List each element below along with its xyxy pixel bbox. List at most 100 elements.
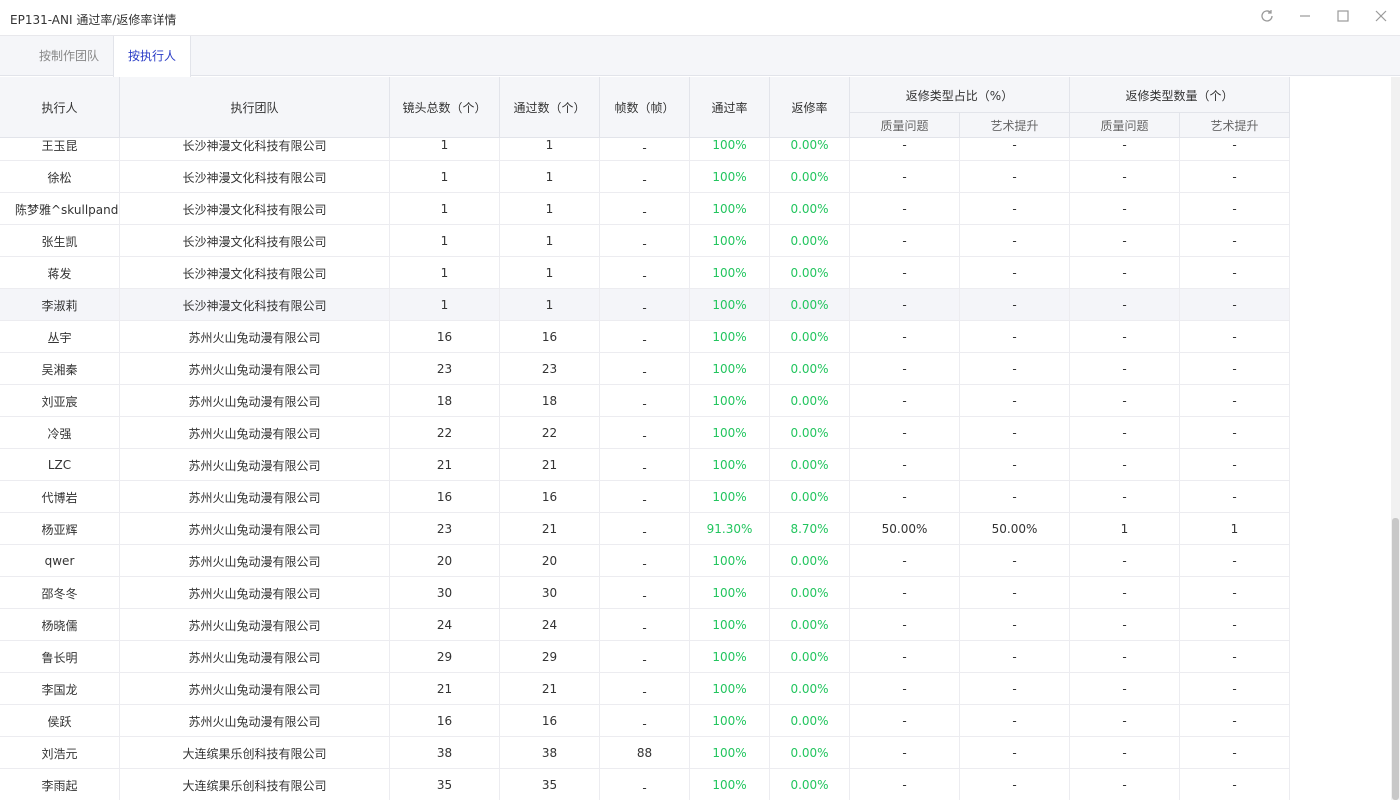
cell-frames: - <box>600 225 690 257</box>
cell-pass-rate: 100% <box>690 161 770 193</box>
table-row[interactable]: 蒋发 长沙神漫文化科技有限公司 1 1-100% 0.00% - - - - <box>0 257 1290 289</box>
cell-art-ratio: - <box>960 481 1070 513</box>
header-ratio-art: 艺术提升 <box>960 112 1070 138</box>
cell-executor: 代博岩 <box>0 481 120 513</box>
cell-team: 长沙神漫文化科技有限公司 <box>120 225 390 257</box>
refresh-icon[interactable] <box>1258 8 1276 26</box>
cell-team: 苏州火山兔动漫有限公司 <box>120 641 390 673</box>
maximize-icon[interactable] <box>1334 8 1352 26</box>
cell-shots-total: 16 <box>390 481 500 513</box>
header-rework-count-group: 返修类型数量（个） <box>1070 77 1290 113</box>
cell-executor: 李淑莉 <box>0 289 120 321</box>
table-row[interactable]: 邵冬冬 苏州火山兔动漫有限公司 30 30-100% 0.00% - - - - <box>0 577 1290 609</box>
cell-shots-total: 16 <box>390 705 500 737</box>
cell-art-ratio: - <box>960 353 1070 385</box>
cell-art-count: - <box>1180 577 1290 609</box>
table-row[interactable]: 陈梦雅^skullpanda 长沙神漫文化科技有限公司 1 1-100% 0.00% - -… <box>0 193 1290 225</box>
cell-quality-ratio: - <box>850 705 960 737</box>
watermark-decoration <box>1328 650 1335 661</box>
table-row[interactable]: 侯跃 苏州火山兔动漫有限公司 16 16-100% 0.00% - - - - <box>0 705 1290 737</box>
tab-by-executor[interactable]: 按执行人 <box>113 36 191 77</box>
cell-shots-total: 35 <box>390 769 500 800</box>
scrollbar-thumb[interactable] <box>1392 518 1399 800</box>
cell-quality-count: - <box>1070 641 1180 673</box>
tab-by-team[interactable]: 按制作团队 <box>24 36 114 76</box>
minimize-icon[interactable] <box>1296 8 1314 26</box>
cell-rework-rate: 0.00% <box>770 609 850 641</box>
cell-quality-ratio: - <box>850 673 960 705</box>
cell-art-ratio: - <box>960 449 1070 481</box>
cell-pass-rate: 100% <box>690 705 770 737</box>
cell-shots-total: 38 <box>390 737 500 769</box>
cell-executor: 刘浩元 <box>0 737 120 769</box>
table-body: 王玉昆 长沙神漫文化科技有限公司 1 1-100% 0.00% - - - - 徐松 长沙神漫文化科… <box>0 138 1290 800</box>
table-row[interactable]: 李雨起 大连缤果乐创科技有限公司 35 35-100% 0.00% - - - - <box>0 769 1290 800</box>
cell-pass-rate: 100% <box>690 769 770 800</box>
table-row[interactable]: 鲁长明 苏州火山兔动漫有限公司 29 29-100% 0.00% - - - - <box>0 641 1290 673</box>
header-executor: 执行人 <box>0 77 120 138</box>
cell-frames: - <box>600 673 690 705</box>
close-icon[interactable] <box>1372 8 1390 26</box>
table-row[interactable]: 李国龙 苏州火山兔动漫有限公司 21 21-100% 0.00% - - - - <box>0 673 1290 705</box>
table-row[interactable]: 吴湘秦 苏州火山兔动漫有限公司 23 23-100% 0.00% - - - - <box>0 353 1290 385</box>
cell-art-ratio: - <box>960 161 1070 193</box>
cell-shots-total: 1 <box>390 257 500 289</box>
table-row[interactable]: 杨晓儒 苏州火山兔动漫有限公司 24 24-100% 0.00% - - - - <box>0 609 1290 641</box>
cell-pass-rate: 100% <box>690 353 770 385</box>
cell-quality-ratio: - <box>850 138 960 161</box>
header-rework-rate: 返修率 <box>770 77 850 138</box>
watermark-decoration <box>1328 170 1335 181</box>
cell-frames: - <box>600 481 690 513</box>
cell-team: 苏州火山兔动漫有限公司 <box>120 481 390 513</box>
cell-art-ratio: - <box>960 545 1070 577</box>
table-row[interactable]: 刘浩元 大连缤果乐创科技有限公司 38 38 88 100% 0.00% - - - - <box>0 737 1290 769</box>
table-row[interactable]: 王玉昆 长沙神漫文化科技有限公司 1 1-100% 0.00% - - - - <box>0 138 1290 161</box>
cell-passed: 29 <box>500 641 600 673</box>
table-row[interactable]: 李淑莉 长沙神漫文化科技有限公司 1 1-100% 0.00% - - - - <box>0 289 1290 321</box>
table-row[interactable]: 刘亚宸 苏州火山兔动漫有限公司 18 18-100% 0.00% - - - - <box>0 385 1290 417</box>
cell-team: 长沙神漫文化科技有限公司 <box>120 138 390 161</box>
cell-pass-rate: 100% <box>690 257 770 289</box>
cell-passed: 1 <box>500 193 600 225</box>
cell-art-ratio: - <box>960 737 1070 769</box>
cell-rework-rate: 0.00% <box>770 321 850 353</box>
table-row[interactable]: 徐松 长沙神漫文化科技有限公司 1 1-100% 0.00% - - - - <box>0 161 1290 193</box>
cell-passed: 24 <box>500 609 600 641</box>
cell-frames: - <box>600 641 690 673</box>
cell-passed: 30 <box>500 577 600 609</box>
cell-rework-rate: 0.00% <box>770 257 850 289</box>
cell-art-count: - <box>1180 289 1290 321</box>
cell-art-count: - <box>1180 353 1290 385</box>
table-row[interactable]: qwer 苏州火山兔动漫有限公司 20 20-100% 0.00% - - - - <box>0 545 1290 577</box>
cell-quality-ratio: - <box>850 737 960 769</box>
cell-quality-count: - <box>1070 673 1180 705</box>
cell-team: 长沙神漫文化科技有限公司 <box>120 257 390 289</box>
cell-art-ratio: - <box>960 289 1070 321</box>
cell-shots-total: 1 <box>390 225 500 257</box>
cell-quality-ratio: - <box>850 353 960 385</box>
cell-pass-rate: 100% <box>690 138 770 161</box>
cell-art-ratio: - <box>960 673 1070 705</box>
table-row[interactable]: 张生凯 长沙神漫文化科技有限公司 1 1-100% 0.00% - - - - <box>0 225 1290 257</box>
cell-team: 苏州火山兔动漫有限公司 <box>120 385 390 417</box>
cell-passed: 21 <box>500 673 600 705</box>
table-row[interactable]: LZC 苏州火山兔动漫有限公司 21 21-100% 0.00% - - - - <box>0 449 1290 481</box>
cell-executor: 李雨起 <box>0 769 120 800</box>
cell-rework-rate: 0.00% <box>770 193 850 225</box>
cell-art-count: - <box>1180 449 1290 481</box>
cell-team: 大连缤果乐创科技有限公司 <box>120 737 390 769</box>
header-count-quality: 质量问题 <box>1070 112 1180 138</box>
cell-quality-ratio: - <box>850 769 960 800</box>
cell-pass-rate: 100% <box>690 385 770 417</box>
cell-shots-total: 20 <box>390 545 500 577</box>
cell-executor: 徐松 <box>0 161 120 193</box>
table-row[interactable]: 代博岩 苏州火山兔动漫有限公司 16 16-100% 0.00% - - - - <box>0 481 1290 513</box>
cell-rework-rate: 8.70% <box>770 513 850 545</box>
table-row[interactable]: 冷强 苏州火山兔动漫有限公司 22 22-100% 0.00% - - - - <box>0 417 1290 449</box>
cell-art-count: - <box>1180 481 1290 513</box>
table-row[interactable]: 杨亚辉 苏州火山兔动漫有限公司 23 21-91.30% 8.70% 50.00% 50.0… <box>0 513 1290 545</box>
cell-quality-count: - <box>1070 545 1180 577</box>
table-row[interactable]: 丛宇 苏州火山兔动漫有限公司 16 16-100% 0.00% - - - - <box>0 321 1290 353</box>
cell-shots-total: 1 <box>390 289 500 321</box>
cell-shots-total: 16 <box>390 321 500 353</box>
